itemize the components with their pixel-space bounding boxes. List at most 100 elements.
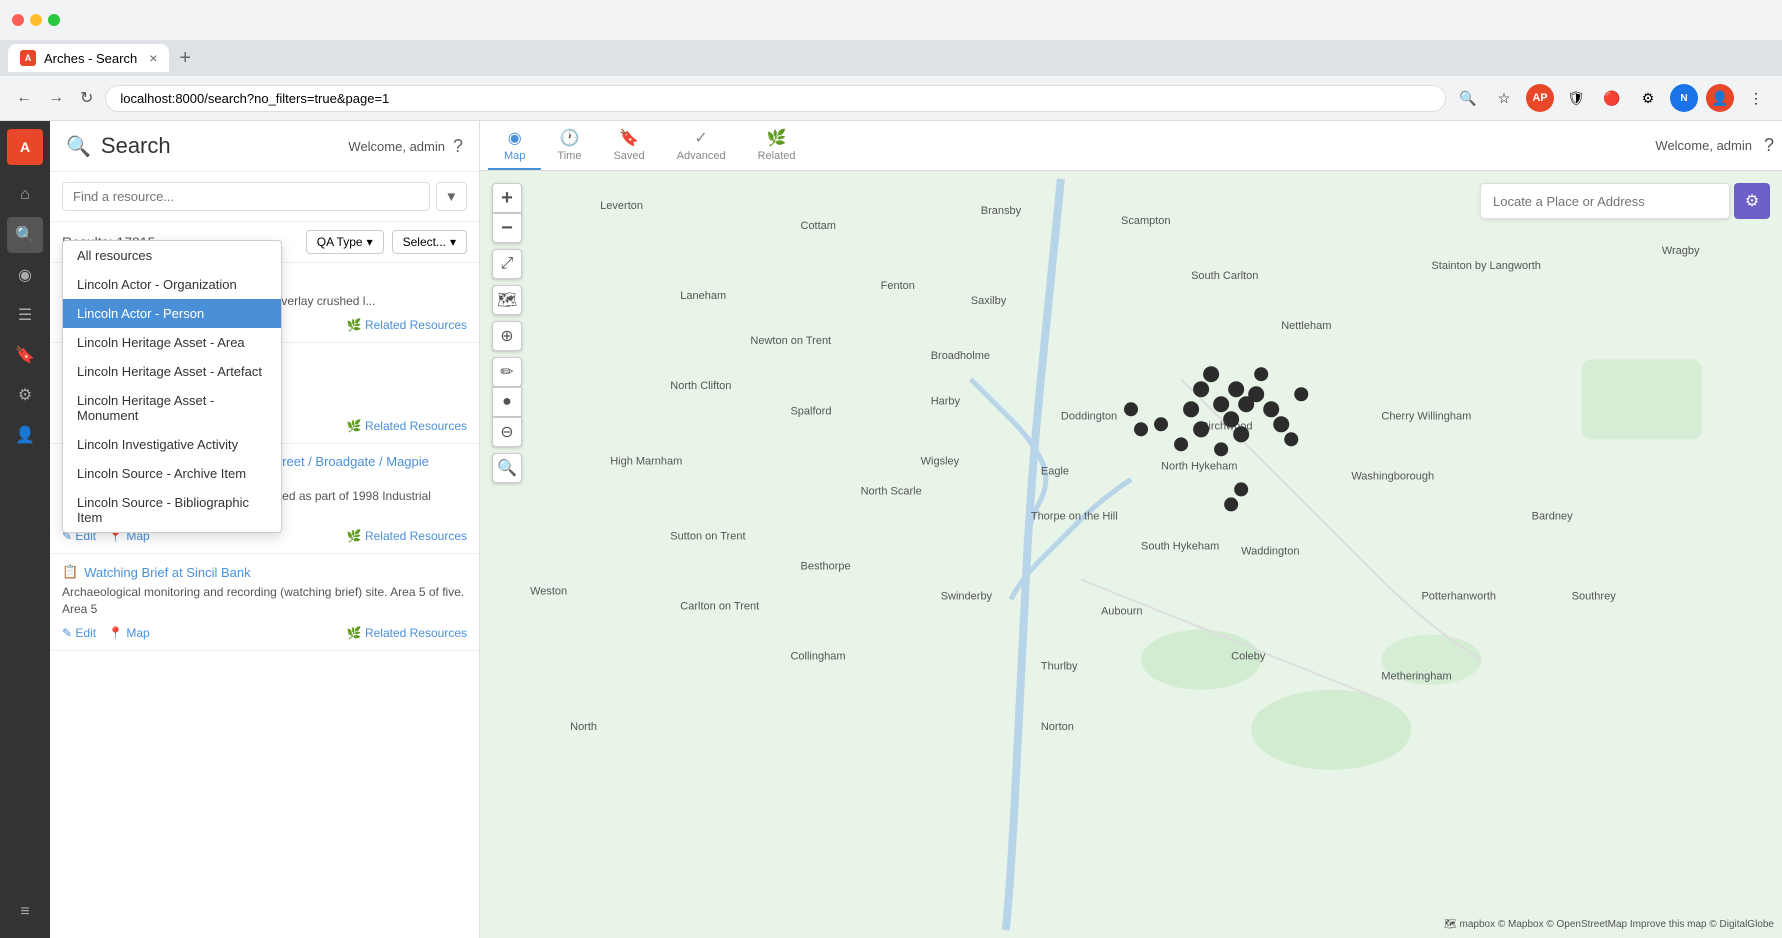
sidebar-item-search[interactable]: 🔍 (7, 217, 43, 253)
svg-text:Sutton on Trent: Sutton on Trent (670, 530, 745, 542)
draw-controls: ✏ ● ⊖ (492, 357, 522, 447)
sidebar-logo[interactable]: A (7, 129, 43, 165)
select-button[interactable]: Select... ▾ (392, 230, 467, 254)
new-tab-button[interactable]: + (173, 47, 197, 70)
svg-text:Waddington: Waddington (1241, 546, 1299, 558)
tab-time[interactable]: 🕐 Time (541, 122, 597, 170)
forward-button[interactable]: → (44, 85, 68, 111)
dropdown-item-lincoln-heritage-artefact[interactable]: Lincoln Heritage Asset - Artefact (63, 357, 281, 386)
svg-text:Broadholme: Broadholme (931, 350, 990, 362)
svg-text:Fenton: Fenton (881, 280, 915, 292)
saved-tab-icon: 🔖 (619, 128, 639, 148)
sidebar-item-list[interactable]: ☰ (7, 297, 43, 333)
search-area-button[interactable]: 🔍 (492, 453, 522, 483)
draw-clear-button[interactable]: ⊖ (492, 417, 522, 447)
related-resources-button[interactable]: 🌿 Related Resources (347, 529, 467, 543)
dropdown-item-lincoln-heritage-area[interactable]: Lincoln Heritage Asset - Area (63, 328, 281, 357)
help-icon[interactable]: ? (1764, 135, 1774, 156)
dropdown-item-all-resources[interactable]: All resources (63, 241, 281, 270)
related-resources-button[interactable]: 🌿 Related Resources (347, 318, 467, 332)
search-browser-icon[interactable]: 🔍 (1454, 84, 1482, 112)
close-window-button[interactable] (12, 14, 24, 26)
dropdown-item-lincoln-investigative[interactable]: Lincoln Investigative Activity (63, 430, 281, 459)
geolocate-button[interactable]: ⊕ (492, 321, 522, 351)
profile-icon[interactable]: 👤 (1706, 84, 1734, 112)
map-button[interactable]: 📍 Map (108, 626, 150, 640)
saved-tab-label: Saved (613, 150, 644, 162)
dropdown-item-lincoln-source-archive[interactable]: Lincoln Source - Archive Item (63, 459, 281, 488)
dropdown-item-lincoln-actor-person[interactable]: Lincoln Actor - Person (63, 299, 281, 328)
zoom-in-button[interactable]: + (492, 183, 522, 213)
attribution-text: © Mapbox © OpenStreetMap Improve this ma… (1498, 919, 1774, 930)
svg-text:Carlton on Trent: Carlton on Trent (680, 601, 759, 613)
sidebar-item-settings[interactable]: ⚙ (7, 377, 43, 413)
layers-button[interactable]: 🗺 (492, 285, 522, 315)
svg-text:South Carlton: South Carlton (1191, 270, 1258, 282)
qa-type-label: QA Type (317, 235, 363, 249)
locate-container: ⚙ (1480, 183, 1770, 219)
welcome-message: Welcome, admin (348, 139, 445, 154)
related-resources-button[interactable]: 🌿 Related Resources (347, 419, 467, 433)
dropdown-item-lincoln-heritage-monument[interactable]: Lincoln Heritage Asset - Monument (63, 386, 281, 430)
layers-controls: 🗺 (492, 285, 522, 315)
tab-advanced[interactable]: ✓ Advanced (661, 122, 742, 170)
resource-dropdown-button[interactable]: ▼ (436, 182, 467, 211)
dropdown-item-lincoln-actor-org[interactable]: Lincoln Actor - Organization (63, 270, 281, 299)
page-title: Search (101, 133, 171, 159)
address-bar: ← → ↻ 🔍 ☆ AP 🛡 🔴 ⚙ N 👤 ⋮ (0, 76, 1782, 120)
locate-button[interactable]: ⚙ (1734, 183, 1770, 219)
select-dropdown-icon: ▾ (450, 235, 456, 249)
svg-text:Norton: Norton (1041, 721, 1074, 733)
svg-text:Laneham: Laneham (680, 290, 726, 302)
zoom-out-button[interactable]: − (492, 213, 522, 243)
draw-pencil-button[interactable]: ✏ (492, 357, 522, 387)
qa-type-button[interactable]: QA Type ▾ (306, 230, 384, 254)
draw-circle-button[interactable]: ● (492, 387, 522, 417)
star-icon[interactable]: ☆ (1490, 84, 1518, 112)
sidebar-item-map[interactable]: ◉ (7, 257, 43, 293)
menu-dots-icon[interactable]: ⋮ (1742, 84, 1770, 112)
locate-input[interactable] (1480, 183, 1730, 219)
resource-type-dropdown: All resources Lincoln Actor - Organizati… (62, 240, 282, 533)
result-title[interactable]: 📋 Watching Brief at Sincil Bank (62, 564, 467, 580)
tab-saved[interactable]: 🔖 Saved (597, 122, 660, 170)
resource-input[interactable] (62, 182, 430, 211)
extension-icon-2[interactable]: 🔴 (1598, 84, 1626, 112)
active-tab[interactable]: A Arches - Search × (8, 44, 169, 72)
svg-text:Spalford: Spalford (790, 405, 831, 417)
map-container[interactable]: Leverton Cottam Bransby Scampton Harton … (480, 171, 1782, 938)
zoom-controls: + − (492, 183, 522, 243)
extension-icon-1[interactable]: 🛡 (1562, 84, 1590, 112)
extension-icon-4[interactable]: N (1670, 84, 1698, 112)
sidebar-item-user[interactable]: 👤 (7, 417, 43, 453)
minimize-window-button[interactable] (30, 14, 42, 26)
advanced-tab-icon: ✓ (694, 128, 707, 148)
tab-map[interactable]: ◉ Map (488, 122, 541, 170)
svg-text:Washingborough: Washingborough (1351, 470, 1434, 482)
svg-text:Weston: Weston (530, 586, 567, 598)
tab-related[interactable]: 🌿 Related (742, 122, 812, 170)
reload-button[interactable]: ↻ (76, 84, 97, 112)
svg-text:Wigsley: Wigsley (921, 455, 960, 467)
svg-text:North Clifton: North Clifton (670, 380, 731, 392)
sidebar-item-menu[interactable]: ≡ (7, 894, 43, 930)
sidebar-item-bookmark[interactable]: 🔖 (7, 337, 43, 373)
time-tab-icon: 🕐 (559, 128, 579, 148)
back-button[interactable]: ← (12, 85, 36, 111)
related-resources-button[interactable]: 🌿 Related Resources (347, 626, 467, 640)
address-input[interactable] (105, 85, 1446, 112)
sidebar-item-home[interactable]: ⌂ (7, 177, 43, 213)
help-button[interactable]: ? (453, 136, 463, 157)
maximize-window-button[interactable] (48, 14, 60, 26)
list-item: 📋 Watching Brief at Sincil Bank Archaeol… (50, 554, 479, 651)
tab-favicon: A (20, 50, 36, 66)
tab-bar: A Arches - Search × + (0, 40, 1782, 76)
dropdown-item-lincoln-source-biblio[interactable]: Lincoln Source - Bibliographic Item (63, 488, 281, 532)
arches-extension-icon[interactable]: AP (1526, 84, 1554, 112)
browser-action-icons: 🔍 ☆ AP 🛡 🔴 ⚙ N 👤 ⋮ (1454, 84, 1770, 112)
svg-text:Scampton: Scampton (1121, 215, 1171, 227)
tab-close-button[interactable]: × (149, 51, 157, 65)
fullscreen-button[interactable]: ⤢ (492, 249, 522, 279)
edit-button[interactable]: ✎ Edit (62, 626, 96, 640)
extension-icon-3[interactable]: ⚙ (1634, 84, 1662, 112)
